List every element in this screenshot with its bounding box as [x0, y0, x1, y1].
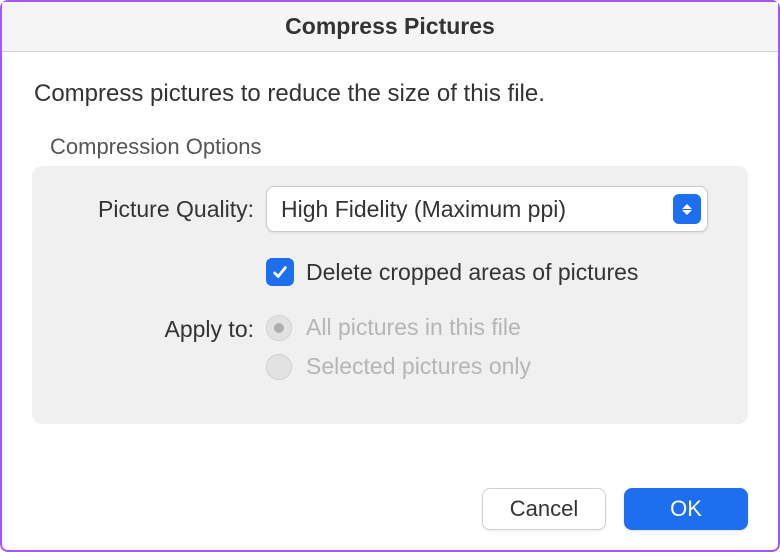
apply-to-option-selected: Selected pictures only: [266, 353, 531, 380]
delete-cropped-label: Delete cropped areas of pictures: [306, 259, 638, 286]
dialog-description: Compress pictures to reduce the size of …: [32, 80, 748, 108]
dialog-titlebar: Compress Pictures: [2, 2, 778, 52]
checkmark-icon: [271, 263, 289, 281]
radio-all-pictures: [266, 315, 292, 341]
apply-to-row: Apply to: All pictures in this file Sele…: [56, 314, 724, 380]
ok-button[interactable]: OK: [624, 488, 748, 530]
radio-all-pictures-label: All pictures in this file: [306, 314, 521, 341]
radio-dot-icon: [274, 323, 284, 333]
picture-quality-row: Picture Quality: High Fidelity (Maximum …: [56, 186, 724, 232]
delete-cropped-checkbox[interactable]: [266, 258, 294, 286]
delete-cropped-row: Delete cropped areas of pictures: [56, 258, 724, 286]
dialog-content: Compress pictures to reduce the size of …: [2, 52, 778, 424]
picture-quality-dropdown[interactable]: High Fidelity (Maximum ppi): [266, 186, 708, 232]
picture-quality-label: Picture Quality:: [56, 196, 266, 223]
picture-quality-value: High Fidelity (Maximum ppi): [281, 196, 673, 223]
compression-options-group: Picture Quality: High Fidelity (Maximum …: [32, 166, 748, 424]
cancel-button[interactable]: Cancel: [482, 488, 606, 530]
apply-to-label: Apply to:: [56, 314, 266, 343]
dialog-title: Compress Pictures: [285, 13, 495, 40]
chevron-up-down-icon: [673, 194, 701, 224]
dialog-footer: Cancel OK: [482, 488, 748, 530]
radio-selected-pictures-label: Selected pictures only: [306, 353, 531, 380]
ok-button-label: OK: [670, 496, 702, 522]
cancel-button-label: Cancel: [510, 496, 578, 522]
compression-options-label: Compression Options: [32, 134, 748, 160]
apply-to-option-all: All pictures in this file: [266, 314, 531, 341]
radio-selected-pictures: [266, 354, 292, 380]
